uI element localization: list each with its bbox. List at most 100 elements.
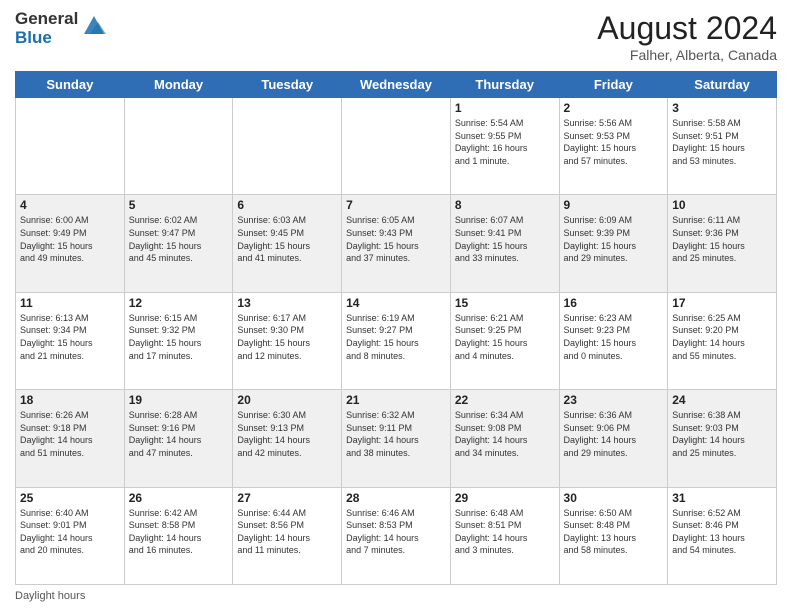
day-number: 18 [20,393,120,407]
day-info: Sunrise: 5:54 AM Sunset: 9:55 PM Dayligh… [455,117,555,167]
day-number: 5 [129,198,229,212]
calendar-week-4: 18 Sunrise: 6:26 AM Sunset: 9:18 PM Dayli… [16,390,777,487]
day-number: 9 [564,198,664,212]
day-info: Sunrise: 6:34 AM Sunset: 9:08 PM Dayligh… [455,409,555,459]
day-info: Sunrise: 6:03 AM Sunset: 9:45 PM Dayligh… [237,214,337,264]
calendar-cell: 18 Sunrise: 6:26 AM Sunset: 9:18 PM Dayli… [16,390,125,487]
day-header-saturday: Saturday [668,72,777,98]
calendar-week-3: 11 Sunrise: 6:13 AM Sunset: 9:34 PM Dayli… [16,292,777,389]
calendar-cell: 23Sunrise: 6:36 AM Sunset: 9:06 PM Dayli… [559,390,668,487]
day-info: Sunrise: 6:17 AM Sunset: 9:30 PM Dayligh… [237,312,337,362]
day-number: 31 [672,491,772,505]
calendar-cell: 21 Sunrise: 6:32 AM Sunset: 9:11 PM Dayli… [342,390,451,487]
day-number: 26 [129,491,229,505]
day-info: Sunrise: 6:09 AM Sunset: 9:39 PM Dayligh… [564,214,664,264]
calendar-cell: 22 Sunrise: 6:34 AM Sunset: 9:08 PM Dayli… [450,390,559,487]
day-number: 10 [672,198,772,212]
day-info: Sunrise: 6:26 AM Sunset: 9:18 PM Dayligh… [20,409,120,459]
calendar-cell: 10 Sunrise: 6:11 AM Sunset: 9:36 PM Dayli… [668,195,777,292]
calendar-cell: 9 Sunrise: 6:09 AM Sunset: 9:39 PM Daylig… [559,195,668,292]
day-info: Sunrise: 6:19 AM Sunset: 9:27 PM Dayligh… [346,312,446,362]
day-header-sunday: Sunday [16,72,125,98]
day-info: Sunrise: 6:13 AM Sunset: 9:34 PM Dayligh… [20,312,120,362]
location: Falher, Alberta, Canada [597,47,777,63]
calendar-cell: 16Sunrise: 6:23 AM Sunset: 9:23 PM Dayli… [559,292,668,389]
calendar-week-2: 4Sunrise: 6:00 AM Sunset: 9:49 PM Daylig… [16,195,777,292]
day-info: Sunrise: 6:30 AM Sunset: 9:13 PM Dayligh… [237,409,337,459]
day-number: 2 [564,101,664,115]
day-info: Sunrise: 6:48 AM Sunset: 8:51 PM Dayligh… [455,507,555,557]
calendar-cell: 28Sunrise: 6:46 AM Sunset: 8:53 PM Dayli… [342,487,451,584]
calendar-cell: 14 Sunrise: 6:19 AM Sunset: 9:27 PM Dayli… [342,292,451,389]
logo-general: General [15,9,78,28]
day-number: 7 [346,198,446,212]
day-number: 22 [455,393,555,407]
day-header-tuesday: Tuesday [233,72,342,98]
day-info: Sunrise: 6:21 AM Sunset: 9:25 PM Dayligh… [455,312,555,362]
day-number: 14 [346,296,446,310]
calendar-cell [233,98,342,195]
calendar-week-1: 1 Sunrise: 5:54 AM Sunset: 9:55 PM Daylig… [16,98,777,195]
day-number: 30 [564,491,664,505]
day-number: 6 [237,198,337,212]
calendar-cell: 15 Sunrise: 6:21 AM Sunset: 9:25 PM Dayli… [450,292,559,389]
calendar-cell: 30Sunrise: 6:50 AM Sunset: 8:48 PM Dayli… [559,487,668,584]
calendar-cell: 7 Sunrise: 6:05 AM Sunset: 9:43 PM Daylig… [342,195,451,292]
day-header-monday: Monday [124,72,233,98]
day-number: 21 [346,393,446,407]
calendar-cell: 1 Sunrise: 5:54 AM Sunset: 9:55 PM Daylig… [450,98,559,195]
day-info: Sunrise: 6:28 AM Sunset: 9:16 PM Dayligh… [129,409,229,459]
day-number: 16 [564,296,664,310]
day-info: Sunrise: 6:25 AM Sunset: 9:20 PM Dayligh… [672,312,772,362]
day-info: Sunrise: 6:32 AM Sunset: 9:11 PM Dayligh… [346,409,446,459]
logo-blue: Blue [15,28,52,47]
calendar-cell: 24 Sunrise: 6:38 AM Sunset: 9:03 PM Dayli… [668,390,777,487]
logo-icon [80,12,108,40]
calendar-cell: 13Sunrise: 6:17 AM Sunset: 9:30 PM Dayli… [233,292,342,389]
calendar-cell: 12Sunrise: 6:15 AM Sunset: 9:32 PM Dayli… [124,292,233,389]
calendar-header-row: SundayMondayTuesdayWednesdayThursdayFrid… [16,72,777,98]
day-info: Sunrise: 6:40 AM Sunset: 9:01 PM Dayligh… [20,507,120,557]
calendar-cell: 5Sunrise: 6:02 AM Sunset: 9:47 PM Daylig… [124,195,233,292]
calendar-cell: 4Sunrise: 6:00 AM Sunset: 9:49 PM Daylig… [16,195,125,292]
day-info: Sunrise: 6:07 AM Sunset: 9:41 PM Dayligh… [455,214,555,264]
calendar-cell: 17 Sunrise: 6:25 AM Sunset: 9:20 PM Dayli… [668,292,777,389]
day-number: 1 [455,101,555,115]
day-info: Sunrise: 5:56 AM Sunset: 9:53 PM Dayligh… [564,117,664,167]
calendar-cell: 27Sunrise: 6:44 AM Sunset: 8:56 PM Dayli… [233,487,342,584]
day-info: Sunrise: 6:05 AM Sunset: 9:43 PM Dayligh… [346,214,446,264]
calendar-cell [342,98,451,195]
calendar-cell: 29 Sunrise: 6:48 AM Sunset: 8:51 PM Dayli… [450,487,559,584]
day-info: Sunrise: 6:38 AM Sunset: 9:03 PM Dayligh… [672,409,772,459]
calendar-cell: 6 Sunrise: 6:03 AM Sunset: 9:45 PM Daylig… [233,195,342,292]
month-year: August 2024 [597,10,777,47]
day-number: 25 [20,491,120,505]
day-info: Sunrise: 6:11 AM Sunset: 9:36 PM Dayligh… [672,214,772,264]
daylight-hours-label: Daylight hours [15,590,85,602]
calendar-week-5: 25 Sunrise: 6:40 AM Sunset: 9:01 PM Dayli… [16,487,777,584]
day-number: 3 [672,101,772,115]
day-header-wednesday: Wednesday [342,72,451,98]
day-number: 15 [455,296,555,310]
calendar-cell: 25 Sunrise: 6:40 AM Sunset: 9:01 PM Dayli… [16,487,125,584]
day-info: Sunrise: 6:44 AM Sunset: 8:56 PM Dayligh… [237,507,337,557]
title-area: August 2024 Falher, Alberta, Canada [597,10,777,63]
day-info: Sunrise: 6:00 AM Sunset: 9:49 PM Dayligh… [20,214,120,264]
day-header-thursday: Thursday [450,72,559,98]
calendar-cell [16,98,125,195]
calendar-cell: 26 Sunrise: 6:42 AM Sunset: 8:58 PM Dayli… [124,487,233,584]
day-number: 24 [672,393,772,407]
day-number: 11 [20,296,120,310]
calendar-cell: 19 Sunrise: 6:28 AM Sunset: 9:16 PM Dayli… [124,390,233,487]
day-number: 19 [129,393,229,407]
calendar-cell: 20Sunrise: 6:30 AM Sunset: 9:13 PM Dayli… [233,390,342,487]
day-number: 29 [455,491,555,505]
day-info: Sunrise: 6:42 AM Sunset: 8:58 PM Dayligh… [129,507,229,557]
day-number: 17 [672,296,772,310]
day-info: Sunrise: 6:15 AM Sunset: 9:32 PM Dayligh… [129,312,229,362]
day-number: 8 [455,198,555,212]
day-header-friday: Friday [559,72,668,98]
calendar-cell [124,98,233,195]
calendar-cell: 3Sunrise: 5:58 AM Sunset: 9:51 PM Daylig… [668,98,777,195]
day-number: 23 [564,393,664,407]
